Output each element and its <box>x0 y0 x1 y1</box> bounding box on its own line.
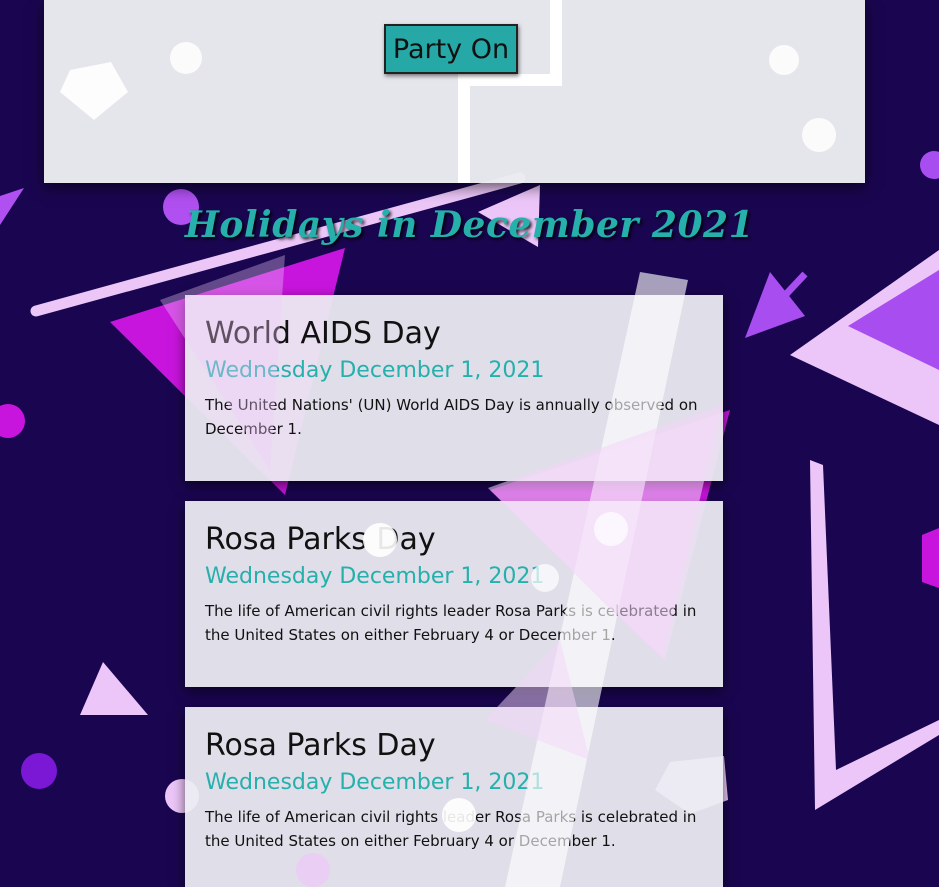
page-heading: Holidays in December 2021 <box>184 204 755 246</box>
holiday-description: The life of American civil rights leader… <box>205 602 697 644</box>
holiday-card: Rosa Parks Day Wednesday December 1, 202… <box>185 707 723 887</box>
pink-angle-shape <box>810 460 939 810</box>
magenta-hexagon-shape <box>922 528 939 588</box>
purple-circle-shape-2 <box>21 753 57 789</box>
holiday-name: World AIDS Day <box>205 316 441 351</box>
purple-circle-shape-3 <box>920 151 939 179</box>
arrow-shape <box>745 271 808 338</box>
holiday-description: The life of American civil rights leader… <box>205 808 697 850</box>
holiday-card: World AIDS Day Wednesday December 1, 202… <box>185 295 723 481</box>
holiday-description: The United Nations' (UN) World AIDS Day … <box>205 396 698 438</box>
holiday-date: Wednesday December 1, 2021 <box>205 564 545 589</box>
holiday-card: Rosa Parks Day Wednesday December 1, 202… <box>185 501 723 687</box>
pink-triangle-shape-bottom <box>80 662 148 715</box>
party-on-button[interactable]: Party On <box>384 24 518 74</box>
holiday-name: Rosa Parks Day <box>205 522 436 557</box>
holiday-date: Wednesday December 1, 2021 <box>205 358 545 383</box>
holiday-date: Wednesday December 1, 2021 <box>205 770 545 795</box>
top-panel: Party On <box>44 0 865 183</box>
holiday-name: Rosa Parks Day <box>205 728 436 763</box>
magenta-circle-shape <box>0 404 25 438</box>
